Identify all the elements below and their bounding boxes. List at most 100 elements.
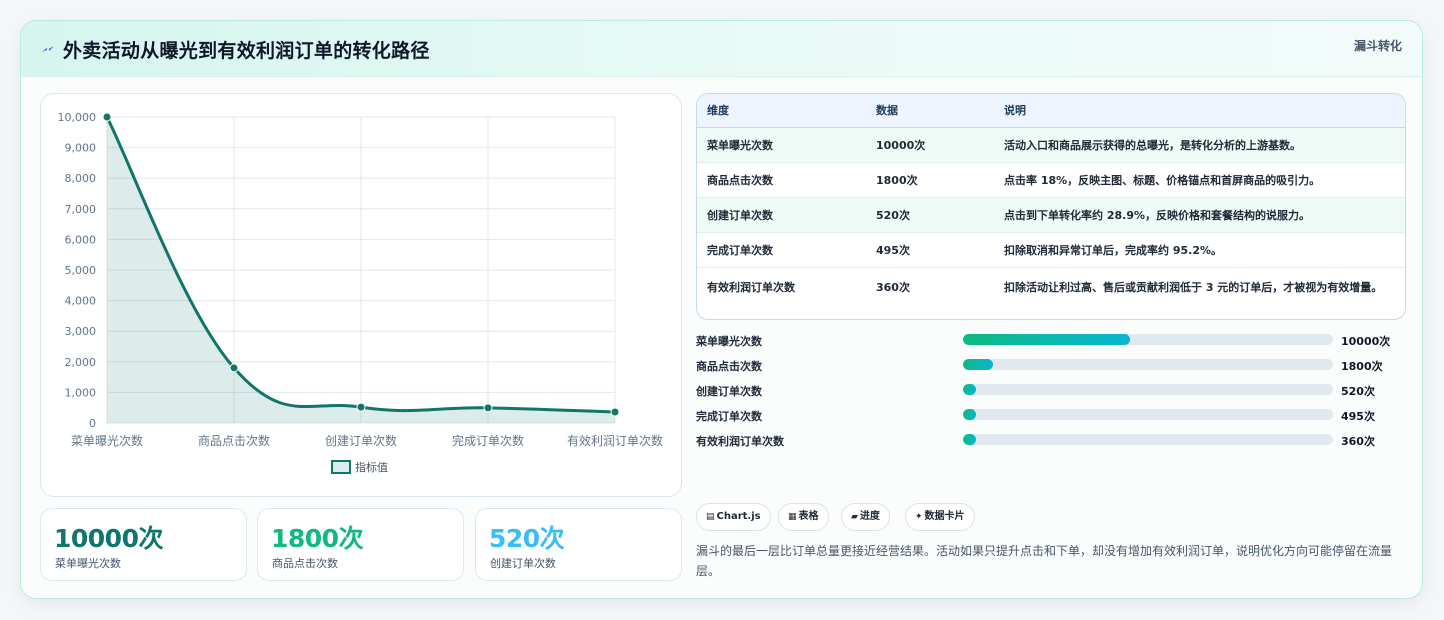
x-tick-label: 有效利润订单次数 <box>567 433 663 448</box>
data-point <box>229 363 239 373</box>
y-tick-label: 9,000 <box>65 142 97 155</box>
x-tick-label: 菜单曝光次数 <box>71 433 143 448</box>
progress-row: 创建订单次数 520次 <box>696 381 1406 406</box>
progress-track <box>963 334 1333 345</box>
y-tick-label: 0 <box>89 417 96 430</box>
x-tick-label: 完成订单次数 <box>452 433 524 448</box>
category-tag: 漏斗转化 <box>1353 39 1402 53</box>
line-chart: 10,000 9,000 8,000 7,000 6,000 5,000 4,000 3,00… <box>58 111 663 474</box>
legend-label: 指标值 <box>355 460 388 474</box>
progress-row: 菜单曝光次数 10000次 <box>696 331 1406 356</box>
stat-card: 1800次 商品点击次数 <box>257 508 464 581</box>
progress-value: 10000次 <box>1341 335 1391 348</box>
stat-card: 10000次 菜单曝光次数 <box>40 508 247 581</box>
cell-name: 有效利润订单次数 <box>707 280 795 294</box>
chip-chartjs[interactable]: ▤ Chart.js <box>696 503 771 531</box>
chip-label: 表格 <box>798 511 819 522</box>
column-header: 说明 <box>994 94 1405 128</box>
cell-name: 完成订单次数 <box>697 232 866 268</box>
progress-track <box>963 359 1333 370</box>
progress-track <box>963 434 1333 445</box>
cell-value: 520次 <box>866 197 994 233</box>
stat-value: 520次 <box>489 524 565 553</box>
page-title: 外卖活动从曝光到有效利润订单的转化路径 <box>63 40 430 62</box>
cell-name: 菜单曝光次数 <box>697 127 866 163</box>
progress-track <box>963 409 1333 420</box>
progress-fill <box>963 334 1130 345</box>
chart-icon: ▤ <box>706 512 715 522</box>
progress-fill <box>963 434 976 445</box>
cell-desc: 扣除取消和异常订单后，完成率约 95.2%。 <box>994 232 1405 268</box>
y-tick-label: 8,000 <box>65 172 97 185</box>
progress-row: 有效利润订单次数 360次 <box>696 431 1406 456</box>
progress-icon: ▰ <box>851 512 858 522</box>
progress-fill <box>963 384 976 395</box>
data-point <box>483 403 493 413</box>
progress-value: 360次 <box>1341 435 1375 448</box>
progress-label: 有效利润订单次数 <box>696 435 784 448</box>
card-header: 外卖活动从曝光到有效利润订单的转化路径 漏斗转化 <box>21 21 1422 77</box>
progress-fill <box>963 409 976 420</box>
y-tick-label: 4,000 <box>65 295 97 308</box>
chip-label: 数据卡片 <box>924 511 965 522</box>
chip-label: 进度 <box>859 511 880 522</box>
progress-list: 菜单曝光次数 10000次 商品点击次数 1800次 创建订单次数 520次 完… <box>696 331 1406 456</box>
y-tick-label: 6,000 <box>65 233 97 246</box>
stat-value: 1800次 <box>271 524 364 553</box>
y-tick-label: 5,000 <box>65 264 97 277</box>
x-tick-label: 创建订单次数 <box>325 433 397 448</box>
cell-desc: 点击到下单转化率约 28.9%，反映价格和套餐结构的说服力。 <box>994 197 1405 233</box>
table-icon: ▦ <box>788 512 797 522</box>
chip-data-card[interactable]: ✦ 数据卡片 <box>905 503 975 531</box>
cell-value: 360次 <box>876 280 910 294</box>
cell-value: 495次 <box>866 232 994 268</box>
progress-row: 商品点击次数 1800次 <box>696 356 1406 381</box>
sparkle-icon: ✦ <box>915 512 923 522</box>
stat-label: 菜单曝光次数 <box>55 557 121 570</box>
funnel-card: 外卖活动从曝光到有效利润订单的转化路径 漏斗转化 10,000 9,000 8,00… <box>20 20 1423 599</box>
column-header: 数据 <box>866 94 994 128</box>
cell-name: 商品点击次数 <box>697 162 866 198</box>
table-row: 有效利润订单次数 360次 扣除活动让利过高、售后或贡献利润低于 3 元的订单后… <box>697 267 1405 319</box>
data-point <box>356 402 366 412</box>
progress-label: 完成订单次数 <box>696 410 762 423</box>
cell-value: 1800次 <box>866 162 994 198</box>
progress-label: 商品点击次数 <box>696 360 762 373</box>
insight-note: 漏斗的最后一层比订单总量更接近经营结果。活动如果只提升点击和下单，却没有增加有效… <box>696 544 1393 578</box>
table-row: 菜单曝光次数 10000次 活动入口和商品展示获得的总曝光，是转化分析的上游基数… <box>697 127 1405 163</box>
table-header-row: 维度 数据 说明 <box>697 94 1405 128</box>
cell-desc: 扣除活动让利过高、售后或贡献利润低于 3 元的订单后，才被视为有效增量。 <box>1004 280 1383 294</box>
progress-value: 520次 <box>1341 385 1375 398</box>
y-tick-label: 10,000 <box>58 111 97 124</box>
data-point <box>102 112 112 122</box>
chip-progress[interactable]: ▰ 进度 <box>841 503 890 531</box>
cell-desc: 点击率 18%，反映主图、标题、价格锚点和首屏商品的吸引力。 <box>994 162 1405 198</box>
stat-value: 10000次 <box>54 524 163 553</box>
table-row: 创建订单次数 520次 点击到下单转化率约 28.9%，反映价格和套餐结构的说服… <box>697 197 1405 233</box>
y-tick-label: 1,000 <box>65 386 97 399</box>
cell-name: 创建订单次数 <box>697 197 866 233</box>
line-chart-panel: 10,000 9,000 8,000 7,000 6,000 5,000 4,000 3,00… <box>40 93 682 497</box>
progress-track <box>963 384 1333 395</box>
stat-label: 商品点击次数 <box>272 557 338 570</box>
table-row: 完成订单次数 495次 扣除取消和异常订单后，完成率约 95.2%。 <box>697 232 1405 268</box>
cell-desc: 活动入口和商品展示获得的总曝光，是转化分析的上游基数。 <box>994 127 1405 163</box>
x-tick-label: 商品点击次数 <box>198 433 270 448</box>
data-point <box>610 407 620 417</box>
lightning-icon <box>42 46 54 52</box>
progress-label: 菜单曝光次数 <box>696 335 762 348</box>
y-tick-label: 2,000 <box>65 356 97 369</box>
chip-table[interactable]: ▦ 表格 <box>778 503 829 531</box>
column-header: 维度 <box>697 94 866 128</box>
progress-value: 1800次 <box>1341 360 1383 373</box>
y-tick-label: 7,000 <box>65 203 97 216</box>
progress-value: 495次 <box>1341 410 1375 423</box>
table-row: 商品点击次数 1800次 点击率 18%，反映主图、标题、价格锚点和首屏商品的吸… <box>697 162 1405 198</box>
stat-card: 520次 创建订单次数 <box>475 508 682 581</box>
chip-label: Chart.js <box>716 511 761 522</box>
progress-label: 创建订单次数 <box>696 385 762 398</box>
progress-fill <box>963 359 993 370</box>
metrics-table: 维度 数据 说明 菜单曝光次数 10000次 活动入口和商品展示获得的总曝光，是… <box>696 93 1406 320</box>
progress-row: 完成订单次数 495次 <box>696 406 1406 431</box>
stat-label: 创建订单次数 <box>490 557 556 570</box>
